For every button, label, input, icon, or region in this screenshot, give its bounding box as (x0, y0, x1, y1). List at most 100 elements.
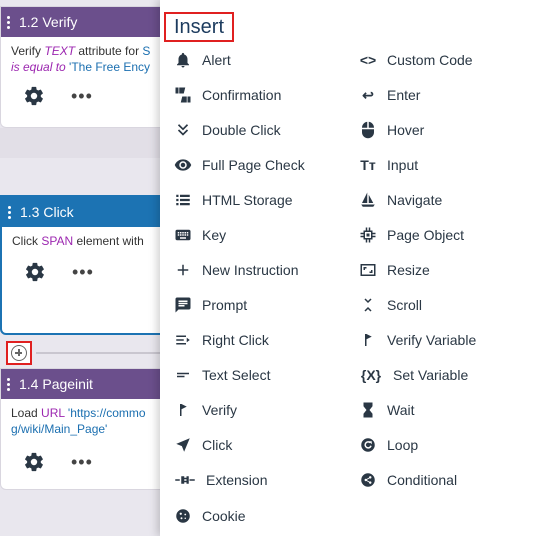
menu-item-resize[interactable]: Resize (359, 258, 430, 282)
desc-value: g/wiki/Main_Page' (11, 422, 108, 436)
step-header[interactable]: 1.4 Pageinit (1, 369, 177, 399)
menu-item-new-instruction[interactable]: New Instruction (174, 258, 298, 282)
gear-icon[interactable] (23, 85, 45, 107)
desc-value: 'The Free Ency (69, 60, 151, 74)
step-connector (36, 352, 166, 354)
menu-item-label: Conditional (387, 472, 458, 488)
menu-item-label: Hover (387, 122, 425, 138)
menu-item-label: Verify Variable (387, 332, 477, 348)
desc-text: Load (11, 406, 42, 420)
menu-item-label: Navigate (387, 192, 443, 208)
eye-icon (174, 156, 192, 174)
loop-icon (359, 436, 377, 454)
step-description: Click SPAN element with (2, 227, 176, 249)
plus-icon (174, 261, 192, 279)
drag-handle-icon[interactable] (7, 14, 11, 31)
menu-item-prompt[interactable]: Prompt (174, 293, 247, 317)
cursor-icon (174, 436, 192, 454)
menu-item-html-storage[interactable]: HTML Storage (174, 188, 293, 212)
menu-item-label: Enter (387, 87, 421, 103)
step-card-click[interactable]: 1.3 Click Click SPAN element with ••• (0, 195, 178, 335)
text-select-icon (174, 366, 192, 384)
menu-item-loop[interactable]: Loop (359, 433, 418, 457)
step-title: 1.2 Verify (19, 14, 78, 30)
menu-item-full-page-check[interactable]: Full Page Check (174, 153, 305, 177)
sailboat-icon (359, 191, 377, 209)
bell-icon (174, 51, 192, 69)
step-header[interactable]: 1.2 Verify (1, 7, 177, 37)
menu-item-label: Cookie (202, 508, 246, 524)
step-card-pageinit[interactable]: 1.4 Pageinit Load URL 'https://commo g/w… (0, 368, 178, 490)
menu-item-custom-code[interactable]: <> Custom Code (359, 48, 473, 72)
menu-item-double-click[interactable]: Double Click (174, 118, 281, 142)
step-title: 1.4 Pageinit (19, 376, 93, 392)
list-icon (174, 191, 192, 209)
gear-icon[interactable] (23, 451, 45, 473)
more-options-icon[interactable]: ••• (71, 453, 93, 471)
code-icon: <> (359, 52, 377, 68)
step-description: Verify TEXT attribute for S is equal to … (1, 37, 177, 75)
step-description: Load URL 'https://commo g/wiki/Main_Page… (1, 399, 177, 437)
menu-item-conditional[interactable]: Conditional (359, 468, 457, 492)
flag-icon (174, 401, 192, 419)
more-options-icon[interactable]: ••• (72, 263, 94, 281)
menu-item-label: Resize (387, 262, 430, 278)
menu-item-extension[interactable]: Extension (174, 468, 267, 492)
menu-item-label: Key (202, 227, 227, 243)
menu-item-text-select[interactable]: Text Select (174, 363, 270, 387)
menu-item-confirmation[interactable]: Confirmation (174, 83, 281, 107)
variable-icon: {X} (360, 367, 382, 383)
desc-keyword: is equal to (11, 60, 66, 74)
share-icon (359, 471, 377, 489)
resize-icon (359, 261, 377, 279)
thumbs-icon (174, 86, 192, 104)
menu-item-key[interactable]: Key (174, 223, 226, 247)
gear-icon[interactable] (24, 261, 46, 283)
add-circle-icon (11, 345, 27, 361)
menu-item-click[interactable]: Click (174, 433, 232, 457)
desc-text: element with (73, 234, 144, 248)
menu-item-set-variable[interactable]: {X} Set Variable (359, 363, 468, 387)
scroll-icon (359, 296, 377, 314)
menu-item-label: Set Variable (393, 367, 469, 383)
menu-item-label: Confirmation (202, 87, 282, 103)
desc-keyword: URL (41, 406, 65, 420)
menu-item-label: New Instruction (202, 262, 299, 278)
step-card-verify[interactable]: 1.2 Verify Verify TEXT attribute for S i… (0, 6, 178, 128)
insert-step-button[interactable] (6, 341, 32, 365)
drag-handle-icon[interactable] (8, 204, 12, 221)
step-title: 1.3 Click (20, 204, 74, 220)
more-options-icon[interactable]: ••• (71, 87, 93, 105)
menu-item-label: Right Click (202, 332, 269, 348)
menu-item-input[interactable]: Tт Input (359, 153, 418, 177)
menu-item-verify-variable[interactable]: Verify Variable (359, 328, 476, 352)
drag-handle-icon[interactable] (7, 376, 11, 393)
keyboard-icon (174, 226, 192, 244)
menu-item-wait[interactable]: Wait (359, 398, 414, 422)
desc-text: attribute for (75, 44, 143, 58)
menu-item-enter[interactable]: ↩ Enter (359, 83, 420, 107)
menu-item-label: Loop (387, 437, 419, 453)
menu-item-label: Wait (387, 402, 415, 418)
step-header[interactable]: 1.3 Click (2, 197, 176, 227)
desc-keyword: SPAN (41, 234, 74, 248)
menu-item-verify[interactable]: Verify (174, 398, 237, 422)
menu-item-page-object[interactable]: Page Object (359, 223, 464, 247)
menu-item-alert[interactable]: Alert (174, 48, 231, 72)
plug-icon (174, 471, 196, 489)
menu-item-scroll[interactable]: Scroll (359, 293, 422, 317)
card-footer-bar (0, 128, 165, 158)
right-click-icon (174, 331, 192, 349)
menu-item-label: Verify (202, 402, 238, 418)
menu-item-navigate[interactable]: Navigate (359, 188, 442, 212)
menu-item-label: Prompt (202, 297, 248, 313)
menu-item-right-click[interactable]: Right Click (174, 328, 269, 352)
menu-item-label: Full Page Check (202, 157, 305, 173)
desc-keyword: TEXT (44, 44, 76, 58)
text-size-icon: Tт (360, 157, 376, 173)
menu-item-hover[interactable]: Hover (359, 118, 424, 142)
menu-item-label: Input (387, 157, 419, 173)
menu-title: Insert (164, 12, 234, 42)
desc-value: 'https://commo (64, 406, 146, 420)
menu-item-cookie[interactable]: Cookie (174, 504, 246, 528)
